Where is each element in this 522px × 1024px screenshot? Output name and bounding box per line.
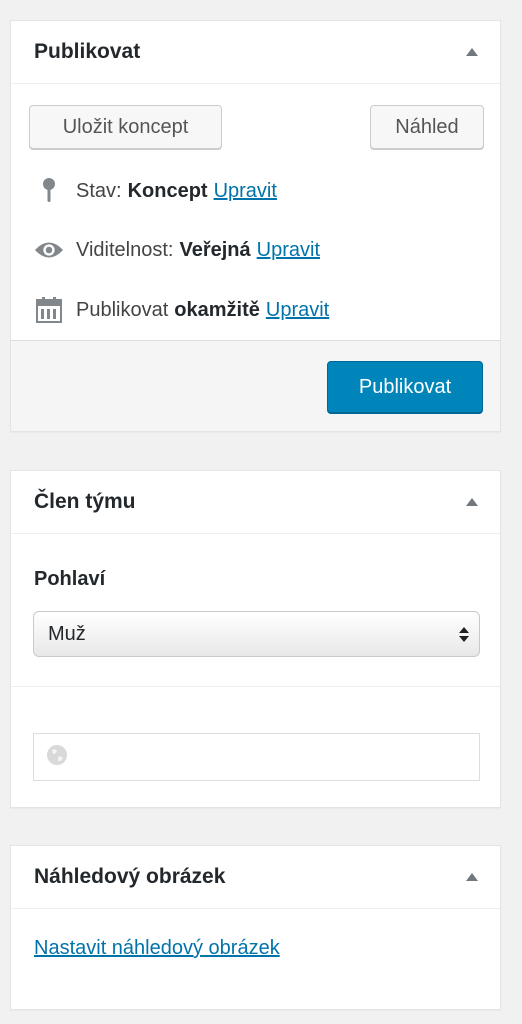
publish-box-title: Publikovat [34, 40, 141, 63]
calendar-icon [34, 296, 64, 324]
team-member-box-title: Člen týmu [34, 490, 136, 513]
preview-button[interactable]: Náhled [370, 105, 484, 149]
gender-select[interactable]: Muž [33, 611, 480, 657]
schedule-label: Publikovat [76, 298, 169, 321]
globe-icon [46, 744, 68, 771]
featured-image-box-header[interactable]: Náhledový obrázek [11, 846, 500, 909]
publish-button[interactable]: Publikovat [327, 361, 483, 413]
visibility-value: Veřejná [179, 238, 251, 261]
divider [11, 686, 500, 687]
visibility-row: Viditelnost: Veřejná Upravit [34, 236, 320, 264]
featured-image-box-title: Náhledový obrázek [34, 865, 226, 888]
edit-visibility-link[interactable]: Upravit [257, 239, 320, 262]
status-label: Stav: [76, 179, 122, 202]
schedule-row: Publikovat okamžitě Upravit [34, 296, 329, 324]
status-value: Koncept [127, 179, 208, 202]
status-row: Stav: Koncept Upravit [34, 177, 277, 205]
publish-box: Publikovat Uložit koncept Náhled Stav: K… [10, 20, 501, 432]
schedule-value: okamžitě [174, 298, 260, 321]
publish-actions: Publikovat [11, 340, 500, 431]
edit-status-link[interactable]: Upravit [214, 180, 277, 203]
caret-up-icon[interactable] [466, 873, 478, 881]
set-featured-image-link[interactable]: Nastavit náhledový obrázek [34, 937, 280, 960]
gender-selected-value: Muž [48, 622, 86, 645]
save-draft-button[interactable]: Uložit koncept [29, 105, 222, 149]
select-arrows-icon [459, 626, 469, 642]
pin-icon [34, 177, 64, 205]
visibility-label: Viditelnost: [76, 238, 174, 261]
caret-up-icon[interactable] [466, 498, 478, 506]
team-member-box: Člen týmu Pohlaví Muž [10, 470, 501, 808]
featured-image-box: Náhledový obrázek Nastavit náhledový obr… [10, 845, 501, 1010]
publish-box-header[interactable]: Publikovat [11, 21, 500, 84]
gender-label: Pohlaví [34, 568, 106, 590]
edit-schedule-link[interactable]: Upravit [266, 299, 329, 322]
url-input[interactable] [76, 745, 479, 769]
team-member-box-header[interactable]: Člen týmu [11, 471, 500, 534]
eye-icon [34, 236, 64, 264]
url-field[interactable] [33, 733, 480, 781]
caret-up-icon[interactable] [466, 48, 478, 56]
